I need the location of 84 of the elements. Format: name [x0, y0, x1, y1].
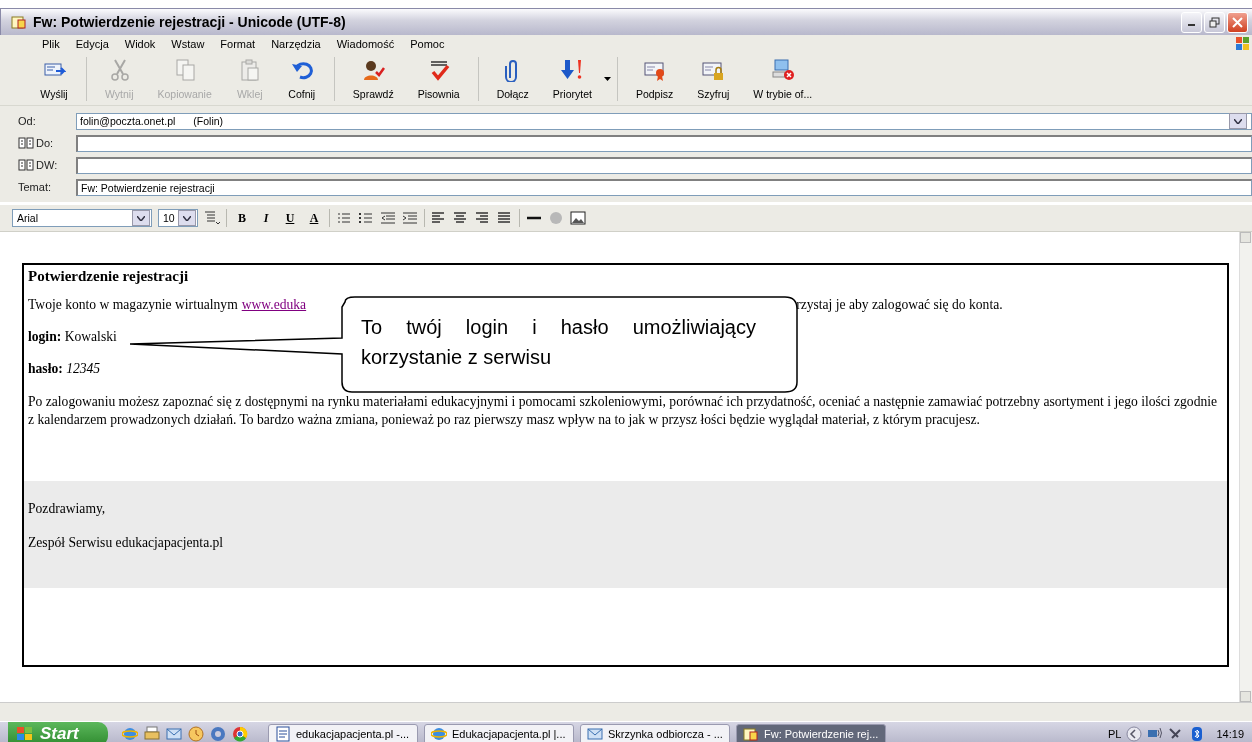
taskbar-button[interactable]: Skrzynka odbiorcza - ...: [580, 723, 730, 742]
menu-item[interactable]: Wiadomość: [328, 38, 403, 50]
clock: 14:19: [1216, 728, 1244, 740]
mailbox-icon: [166, 726, 182, 742]
toolbar-button[interactable]: W trybie of...: [741, 57, 825, 101]
field-label: Do:: [36, 137, 54, 149]
new-message-icon: [743, 726, 759, 742]
bullet-list-icon[interactable]: [358, 211, 374, 225]
format-button[interactable]: I: [257, 210, 275, 226]
align-right-icon[interactable]: [475, 211, 491, 225]
windows-flag-icon: [1236, 37, 1250, 51]
subject-field[interactable]: Fw: Potwierdzenie rejestracji: [76, 178, 1252, 196]
restore-button[interactable]: [1204, 11, 1225, 33]
login-text: login: Kowalski: [28, 329, 117, 345]
format-button[interactable]: B: [233, 210, 251, 226]
greeting-text: Pozdrawiamy,: [28, 501, 106, 516]
menu-item[interactable]: Format: [212, 38, 264, 50]
toolbar-button[interactable]: Wyślij: [28, 57, 80, 101]
size-select[interactable]: 10: [158, 209, 198, 227]
format-button[interactable]: A: [305, 210, 323, 226]
body-paragraph: Po zalogowaniu możesz zapoznać się z dostępnymi na rynku materiałami edukacyjnymi i pomocami szkoleniowymi, porównać ich przydatność, oceniać a następnie zamawiać potrzebny asortyment i jego ilości zgodnie z kalendarzem prowadzonych działań. To bardzo ważna zmiana, ponieważ po raz pierwszy masz wpływ na to jak w przysz łości będzie wyglądał materiał, z którym pracujesz.: [27, 393, 1219, 429]
taskbar-button[interactable]: edukacjapacjenta.pl -...: [268, 723, 418, 742]
mailbox-icon: [587, 726, 603, 742]
align-center-icon[interactable]: [453, 211, 469, 225]
image-icon[interactable]: [570, 211, 586, 225]
menu-item[interactable]: Wstaw: [163, 38, 213, 50]
toolbar-button[interactable]: Podpisz: [623, 57, 686, 101]
taskbar-button[interactable]: Edukacjapacjenta.pl |...: [424, 723, 574, 742]
numbered-list-icon[interactable]: [336, 211, 352, 225]
align-left-icon[interactable]: [431, 211, 447, 225]
field-label: Od:: [18, 115, 36, 127]
toolbar-button[interactable]: Pisownia: [405, 57, 472, 101]
chevron-down-icon[interactable]: [183, 215, 191, 221]
minimize-icon: [1188, 24, 1195, 26]
windows-flag-icon: [16, 726, 34, 742]
address-book-icon[interactable]: [18, 159, 34, 171]
menu-item[interactable]: Widok: [116, 38, 164, 50]
browser-icon: [431, 726, 447, 742]
callout-text: To twój login i hasło umożliwiający korzystanie z serwisu: [361, 315, 756, 370]
close-icon: [1232, 16, 1243, 28]
chevron-down-icon[interactable]: [1234, 118, 1242, 124]
menu-item[interactable]: Edycja: [67, 38, 117, 50]
outdent-icon[interactable]: [380, 211, 396, 225]
field-label: Temat:: [18, 181, 51, 193]
paragraph-style-icon[interactable]: [204, 211, 220, 225]
menu-item[interactable]: Plik: [34, 38, 68, 50]
password-text: hasło: 12345: [28, 361, 101, 377]
justify-icon[interactable]: [497, 211, 513, 225]
address-book-icon[interactable]: [18, 137, 34, 149]
font-select[interactable]: Arial: [12, 209, 152, 227]
body-text: rzystaj je aby zalogować się do konta.: [796, 297, 1003, 313]
indent-icon[interactable]: [402, 211, 418, 225]
menu-item[interactable]: Pomoc: [402, 38, 453, 50]
document-icon: [275, 726, 291, 742]
chevron-icon: [1126, 726, 1143, 742]
restore-icon: [1209, 16, 1220, 28]
input-field[interactable]: [76, 156, 1252, 174]
language-indicator[interactable]: PL: [1108, 728, 1122, 740]
scrollbar[interactable]: [1239, 232, 1252, 702]
close-button[interactable]: [1227, 11, 1248, 33]
minimize-button[interactable]: [1181, 11, 1202, 33]
input-field[interactable]: [76, 134, 1252, 152]
format-button[interactable]: U: [281, 210, 299, 226]
message-heading: Potwierdzenie rejestracji: [27, 268, 190, 285]
toolbar-button[interactable]: Sprawdź: [340, 57, 406, 101]
toolbar-button[interactable]: Szyfruj: [685, 57, 742, 101]
clock-icon: [188, 726, 204, 742]
chevron-down-icon[interactable]: [137, 215, 145, 221]
body-text: Twoje konto w magazynie wirtualnym: [28, 297, 238, 313]
signature-text: Zespół Serwisu edukacjapacjenta.pl: [28, 535, 224, 550]
sender-select[interactable]: folin@poczta.onet.pl (Folin): [76, 112, 1252, 130]
field-label: DW:: [36, 159, 58, 171]
toolbar-button[interactable]: Priorytet: [540, 57, 604, 101]
window-title: Fw: Potwierdzenie rejestracji - Unicode (UTF-8): [33, 14, 347, 30]
message-icon: [11, 14, 27, 30]
person-check-icon: [361, 58, 386, 82]
taskbar-button[interactable]: Fw: Potwierdzenie rej...: [736, 723, 886, 742]
toolbar-button[interactable]: Dołącz: [484, 57, 541, 101]
toolbar-button[interactable]: Cofnij: [275, 57, 328, 101]
caret-icon[interactable]: [603, 77, 611, 81]
menu-item[interactable]: Narzędzia: [263, 38, 329, 50]
website-link[interactable]: www.eduka: [241, 297, 307, 313]
browser-icon: [122, 726, 138, 742]
offline-computer-icon: [770, 58, 795, 82]
